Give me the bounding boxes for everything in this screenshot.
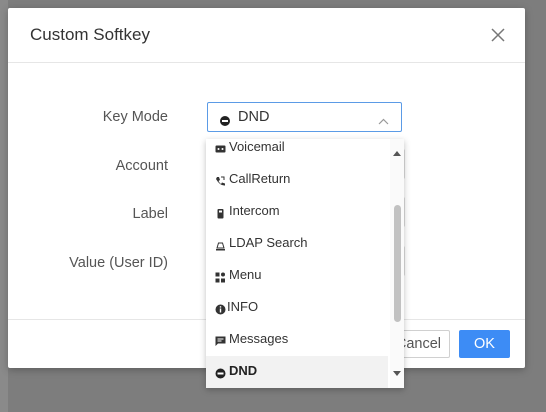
ok-button[interactable]: OK bbox=[459, 330, 510, 358]
dialog-header: Custom Softkey bbox=[8, 8, 525, 63]
option-menu[interactable]: Menu bbox=[206, 260, 388, 292]
scroll-down-arrow-icon[interactable] bbox=[393, 364, 401, 382]
call-return-icon bbox=[215, 174, 226, 186]
dropdown-scrollbar[interactable] bbox=[390, 139, 404, 388]
option-voicemail[interactable]: Voicemail bbox=[206, 139, 388, 164]
key-mode-value: DND bbox=[238, 109, 270, 125]
dnd-icon bbox=[220, 113, 230, 131]
option-callreturn[interactable]: CallReturn bbox=[206, 164, 388, 196]
dnd-icon bbox=[215, 366, 226, 379]
dialog-title: Custom Softkey bbox=[30, 25, 150, 44]
option-ldap-search[interactable]: LDAP Search bbox=[206, 228, 388, 260]
value-label: Value (User ID) bbox=[69, 255, 168, 271]
chevron-up-icon bbox=[378, 113, 389, 131]
option-dnd[interactable]: DND bbox=[206, 356, 388, 388]
info-icon bbox=[215, 302, 226, 315]
key-mode-select[interactable]: DND bbox=[207, 102, 402, 132]
background-strip bbox=[0, 0, 8, 412]
key-mode-label: Key Mode bbox=[102, 109, 168, 125]
account-label: Account bbox=[115, 158, 168, 174]
key-mode-dropdown: Voicemail CallReturn Intercom LDAP Searc… bbox=[206, 139, 404, 388]
close-icon[interactable] bbox=[489, 26, 507, 44]
option-intercom[interactable]: Intercom bbox=[206, 196, 388, 228]
intercom-icon bbox=[215, 206, 226, 219]
voicemail-icon bbox=[215, 142, 226, 153]
scroll-up-arrow-icon[interactable] bbox=[393, 144, 401, 162]
scrollbar-thumb[interactable] bbox=[394, 205, 401, 322]
ldap-search-icon bbox=[215, 238, 226, 251]
menu-icon bbox=[215, 270, 226, 283]
label-label: Label bbox=[132, 206, 168, 222]
messages-icon bbox=[215, 334, 226, 346]
option-messages[interactable]: Messages bbox=[206, 324, 388, 356]
option-info[interactable]: INFO bbox=[206, 292, 388, 324]
